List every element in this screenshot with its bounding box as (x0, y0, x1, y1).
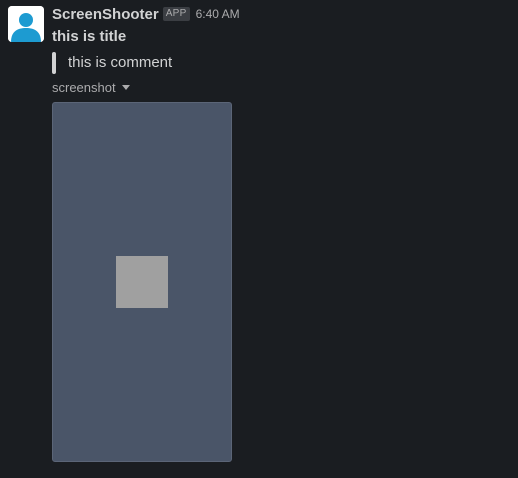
message: ScreenShooter APP 6:40 AM this is title … (0, 0, 518, 478)
image-placeholder-square (116, 256, 168, 308)
screenshot-image[interactable] (52, 102, 232, 462)
comment-text: this is comment (68, 54, 173, 71)
attachment-label: screenshot (52, 79, 116, 95)
app-badge: APP (162, 7, 190, 21)
attachment-toggle[interactable]: screenshot (52, 79, 518, 95)
sender-name[interactable]: ScreenShooter (52, 6, 159, 23)
message-title: this is title (52, 28, 127, 45)
quote-bar (52, 52, 56, 74)
comment-quote: this is comment (52, 52, 518, 74)
caret-down-icon (121, 84, 130, 90)
user-avatar-icon[interactable] (8, 6, 44, 42)
timestamp[interactable]: 6:40 AM (196, 7, 240, 21)
message-content: ScreenShooter APP 6:40 AM this is title … (52, 4, 518, 462)
message-header: ScreenShooter APP 6:40 AM (52, 4, 518, 24)
